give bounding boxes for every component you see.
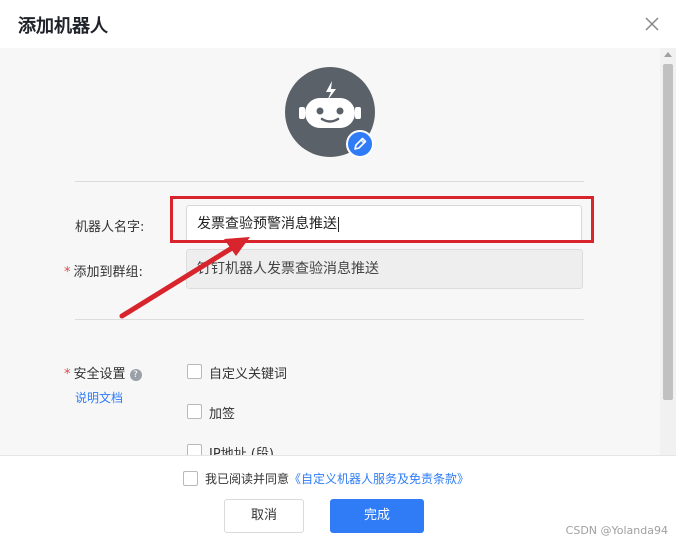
- dialog-title: 添加机器人: [18, 16, 108, 37]
- dialog-footer: 我已阅读并同意《自定义机器人服务及免责条款》 取消 完成 CSDN @Yolan…: [0, 455, 676, 546]
- add-robot-dialog: 添加机器人 机器人名字: 发票查验预警消息推送 * 添加到群组: 钉钉机器人发票…: [0, 0, 676, 546]
- section-divider: [75, 181, 584, 182]
- annotation-highlight-box: [170, 196, 594, 243]
- security-label-row: * 安全设置?: [64, 363, 142, 382]
- edit-avatar-button[interactable]: [346, 130, 374, 158]
- cancel-button[interactable]: 取消: [224, 499, 304, 533]
- close-icon[interactable]: [640, 12, 664, 36]
- group-label: 添加到群组:: [73, 265, 143, 280]
- help-icon[interactable]: ?: [129, 368, 142, 381]
- scroll-up-arrow-icon[interactable]: [664, 52, 672, 57]
- ip-label: IP地址 (段): [209, 447, 274, 455]
- group-value: 钉钉机器人发票查验消息推送: [197, 261, 379, 277]
- help-doc-link[interactable]: 说明文档: [75, 389, 123, 406]
- keyword-checkbox[interactable]: [187, 364, 202, 379]
- watermark: CSDN @Yolanda94: [565, 524, 668, 537]
- sign-label: 加签: [209, 407, 236, 422]
- security-label: 安全设置: [73, 367, 126, 382]
- keyword-label: 自定义关键词: [209, 367, 288, 382]
- group-field: 钉钉机器人发票查验消息推送: [186, 249, 583, 289]
- done-button[interactable]: 完成: [330, 499, 424, 533]
- agree-checkbox[interactable]: [183, 471, 198, 486]
- dialog-body: 机器人名字: 发票查验预警消息推送 * 添加到群组: 钉钉机器人发票查验消息推送 …: [0, 48, 660, 455]
- agree-text: 我已阅读并同意《自定义机器人服务及免责条款》: [205, 470, 469, 487]
- ip-checkbox[interactable]: [187, 444, 202, 455]
- required-mark: *: [64, 265, 71, 280]
- scroll-thumb[interactable]: [663, 64, 673, 400]
- dialog-header: 添加机器人: [0, 0, 676, 49]
- agree-prefix: 我已阅读并同意: [205, 472, 290, 486]
- section-divider: [75, 319, 584, 320]
- required-mark: *: [64, 367, 71, 382]
- scrollbar[interactable]: [660, 48, 676, 455]
- group-label-row: * 添加到群组:: [64, 261, 143, 280]
- terms-link[interactable]: 《自定义机器人服务及免责条款》: [289, 472, 469, 486]
- robot-name-label: 机器人名字:: [75, 220, 145, 235]
- sign-checkbox[interactable]: [187, 404, 202, 419]
- pencil-icon: [354, 137, 367, 150]
